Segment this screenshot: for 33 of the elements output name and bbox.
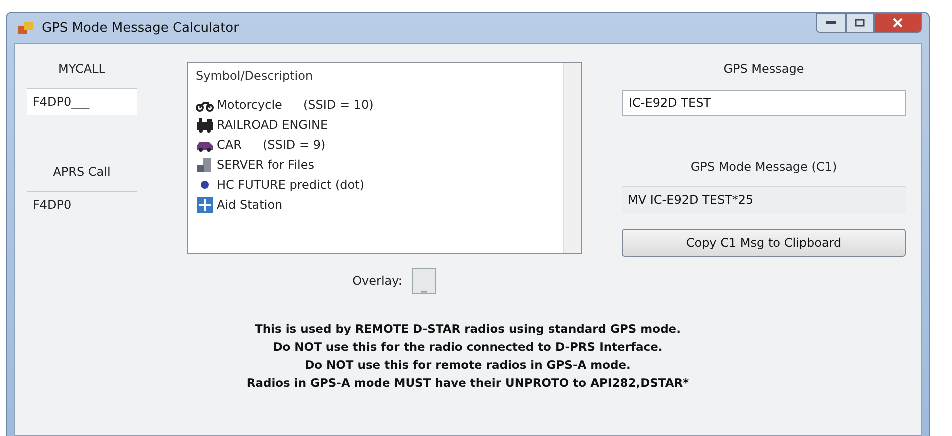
symbol-list-item[interactable]: HC FUTURE predict (dot): [196, 175, 555, 195]
mycall-label: MYCALL: [58, 62, 106, 76]
symbol-list-item[interactable]: SERVER for Files: [196, 155, 555, 175]
overlay-button[interactable]: _: [412, 268, 436, 294]
gps-mode-message-label: GPS Mode Message (C1): [690, 160, 838, 174]
maximize-icon: [855, 19, 865, 27]
notice-text: Do NOT use this for remote radios in GPS-A mode.: [305, 357, 631, 374]
symbol-list-item[interactable]: Aid Station: [196, 195, 555, 215]
aid-station-icon: [196, 197, 214, 213]
server-icon: [196, 157, 214, 173]
notice-text: Radios in GPS-A mode MUST have their UNPROTO to API282,DSTAR*: [246, 375, 690, 392]
aprs-call-label: APRS Call: [52, 165, 112, 179]
close-icon: [893, 18, 903, 28]
overlay-label: Overlay:: [352, 274, 402, 288]
mycall-field[interactable]: F4DP0___: [27, 88, 137, 115]
app-icon: [18, 21, 34, 35]
symbol-list-item[interactable]: Motorcycle (SSID = 10): [196, 95, 555, 115]
notice-text: This is used by REMOTE D-STAR radios using standard GPS mode.: [255, 321, 681, 338]
gps-message-field[interactable]: IC-E92D TEST: [622, 90, 906, 116]
scrollbar[interactable]: [563, 63, 581, 253]
minimize-icon: [826, 21, 836, 25]
symbol-list-item[interactable]: CAR (SSID = 9): [196, 135, 555, 155]
gps-mode-message-field[interactable]: MV IC-E92D TEST*25: [622, 186, 906, 213]
list-header: Symbol/Description: [196, 69, 314, 83]
copy-button[interactable]: Copy C1 Msg to Clipboard: [622, 229, 906, 257]
notice-text: Do NOT use this for the radio connected to D-PRS Interface.: [273, 339, 663, 356]
close-button[interactable]: [874, 13, 922, 33]
maximize-button[interactable]: [846, 13, 874, 33]
window-title: GPS Mode Message Calculator: [42, 20, 239, 36]
train-icon: [196, 117, 214, 133]
symbol-list-item[interactable]: RAILROAD ENGINE: [196, 115, 555, 135]
gps-message-label: GPS Message: [722, 62, 806, 76]
minimize-button[interactable]: [816, 13, 846, 33]
